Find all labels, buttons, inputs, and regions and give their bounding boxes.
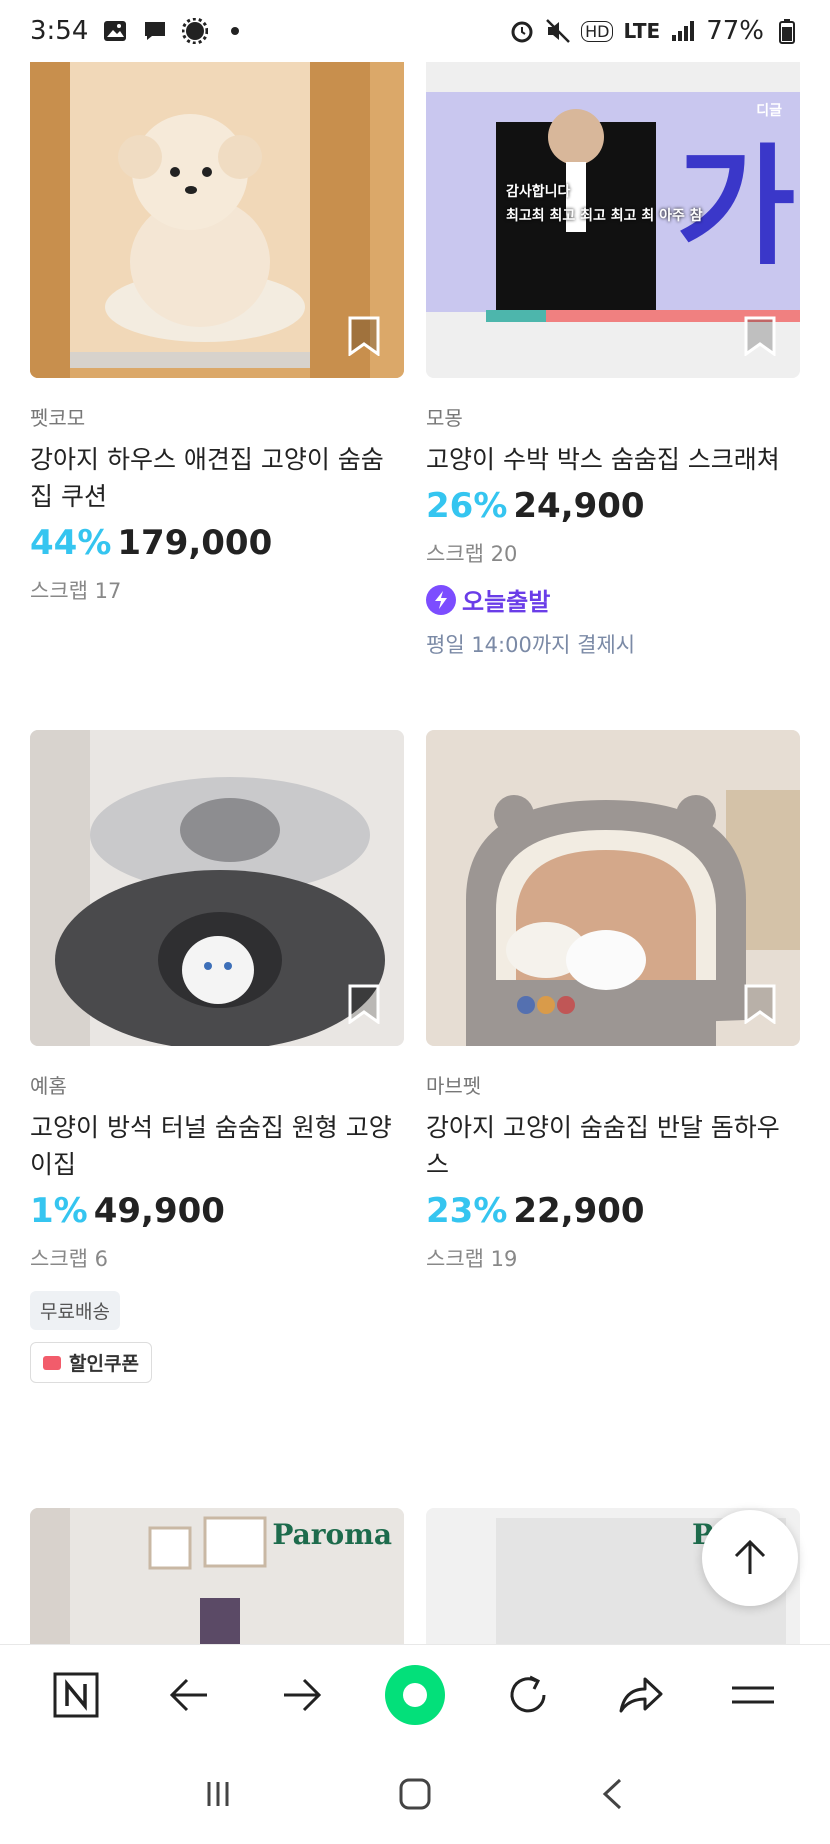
notification-dot-icon [222,18,248,44]
gallery-icon [102,18,128,44]
product-seller[interactable]: 펫코모 [30,402,404,431]
product-price: 49,900 [93,1191,225,1231]
discount-rate: 23% [426,1191,508,1231]
home-button[interactable] [385,1764,445,1824]
price-row: 26% 24,900 [426,486,800,526]
share-button[interactable] [609,1663,673,1727]
scrap-count: 스크랩 20 [426,542,518,566]
today-delivery-label: 오늘출발 [462,588,551,616]
alarm-icon [509,18,535,44]
coupon-icon [43,1355,61,1370]
today-delivery-badge: 오늘출발 [426,582,800,617]
naver-n-icon [53,1672,99,1717]
discount-rate: 1% [30,1191,88,1231]
product-card[interactable]: 가의 감사합니다 최고최 최고 최고 최고 최 아주 참 디글 모몽 고양이 수… [426,62,800,659]
product-price: 24,900 [513,486,645,526]
product-title[interactable]: 고양이 방석 터널 숨숨집 원형 고양이집 [30,1109,404,1183]
price-row: 23% 22,900 [426,1191,800,1231]
coupon-tag: 할인쿠폰 [30,1342,152,1383]
today-delivery-condition: 평일 14:00까지 결제시 [426,633,636,657]
mute-icon [545,18,571,44]
bookmark-icon[interactable] [346,984,382,1025]
forward-arrow-icon [284,1678,322,1711]
product-seller[interactable]: 마브펫 [426,1070,800,1099]
back-arrow-icon [170,1678,208,1711]
status-left: 3:54 [30,16,248,46]
scrap-count: 스크랩 19 [426,1247,518,1271]
product-card[interactable]: 예홈 고양이 방석 터널 숨숨집 원형 고양이집 1% 49,900 스크랩 6… [30,730,404,1383]
video-corner-logo: 디글 [756,103,782,119]
product-image[interactable]: Paroma [30,1508,404,1644]
status-bar: 3:54 HD LTE 77% [0,0,830,62]
battery-icon [774,18,800,44]
product-title[interactable]: 강아지 고양이 숨숨집 반달 돔하우스 [426,1109,800,1183]
scroll-to-top-button[interactable] [702,1510,798,1606]
settings-gear-icon [182,18,209,44]
refresh-button[interactable] [496,1663,560,1727]
product-price: 22,900 [513,1191,645,1231]
bookmark-icon[interactable] [346,316,382,357]
home-icon [399,1778,431,1810]
hd-voice-badge: HD [581,20,614,42]
menu-button[interactable] [721,1663,785,1727]
message-icon [142,18,168,44]
recent-apps-icon [207,1782,229,1806]
recent-apps-button[interactable] [188,1764,248,1824]
refresh-icon [510,1675,546,1712]
back-icon [602,1778,621,1810]
scrap-count: 스크랩 6 [30,1247,108,1271]
naver-home-button[interactable] [44,1663,108,1727]
product-seller[interactable]: 모몽 [426,402,800,431]
product-image[interactable] [30,730,404,1046]
signal-icon [670,18,696,44]
product-card[interactable]: 마브펫 강아지 고양이 숨숨집 반달 돔하우스 23% 22,900 스크랩 1… [426,730,800,1273]
network-type: LTE [623,19,661,43]
system-nav-bar [0,1744,830,1844]
product-title[interactable]: 고양이 수박 박스 숨숨집 스크래쳐 [426,441,800,478]
bookmark-icon[interactable] [742,984,778,1025]
discount-rate: 44% [30,523,112,563]
battery-percent: 77% [706,16,764,46]
naver-green-dot-icon [384,1664,445,1725]
brand-overlay: Paroma [272,1518,392,1551]
discount-rate: 26% [426,486,508,526]
browser-toolbar [0,1644,830,1744]
status-time: 3:54 [30,16,89,46]
forward-button[interactable] [270,1663,334,1727]
scrap-count: 스크랩 17 [30,579,122,603]
status-right: HD LTE 77% [509,16,800,46]
product-card[interactable]: Paroma [30,1508,404,1644]
price-row: 44% 179,000 [30,523,404,563]
product-seller[interactable]: 예홈 [30,1070,404,1099]
product-image[interactable]: 가의 감사합니다 최고최 최고 최고 최고 최 아주 참 디글 [426,62,800,378]
back-button[interactable] [157,1663,221,1727]
product-image[interactable] [426,730,800,1046]
video-caption: 감사합니다 최고최 최고 최고 최고 최 아주 참 [506,184,703,224]
system-back-button[interactable] [582,1764,642,1824]
bookmark-icon[interactable] [742,316,778,357]
share-icon [619,1677,663,1712]
product-price: 179,000 [117,523,273,563]
arrow-up-icon [734,1539,766,1574]
menu-icon [732,1686,775,1703]
lightning-icon [426,584,456,615]
product-title[interactable]: 강아지 하우스 애견집 고양이 숨숨집 쿠션 [30,441,404,515]
product-image[interactable] [30,62,404,378]
free-shipping-tag: 무료배송 [30,1291,120,1330]
product-card[interactable]: 펫코모 강아지 하우스 애견집 고양이 숨숨집 쿠션 44% 179,000 스… [30,62,404,605]
coupon-label: 할인쿠폰 [69,1353,139,1375]
price-row: 1% 49,900 [30,1191,404,1231]
naver-green-dot-button[interactable] [383,1663,447,1727]
